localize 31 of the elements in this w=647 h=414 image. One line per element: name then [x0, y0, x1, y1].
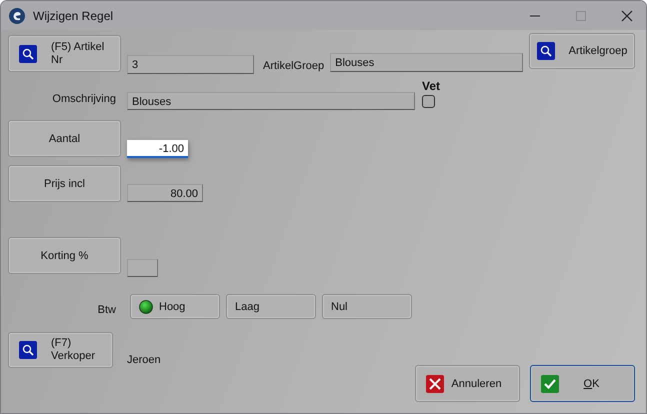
omschrijving-field[interactable]: Blouses [127, 92, 415, 110]
aantal-button[interactable]: Aantal [8, 120, 121, 157]
search-icon [19, 341, 37, 359]
artikelgroep-label: ArtikelGroep [263, 60, 324, 72]
vet-label: Vet [422, 79, 440, 93]
app-logo-icon [9, 8, 25, 24]
search-icon [19, 44, 37, 62]
artikel-nr-field[interactable]: 3 [127, 55, 254, 74]
ok-button[interactable]: OK [530, 365, 635, 402]
prijs-incl-field[interactable]: 80.00 [127, 184, 203, 202]
prijs-incl-button[interactable]: Prijs incl [8, 165, 121, 202]
korting-button[interactable]: Korting % [8, 237, 121, 274]
aantal-field[interactable]: -1.00 [127, 140, 188, 158]
cancel-button[interactable]: Annuleren [415, 365, 520, 402]
artikel-nr-button[interactable]: (F5) Artikel Nr [8, 35, 121, 72]
vet-checkbox[interactable] [422, 95, 435, 108]
btw-option[interactable]: Nul [322, 294, 412, 319]
verkoper-value: Jeroen [127, 354, 161, 366]
omschrijving-label: Omschrijving [51, 93, 116, 105]
btw-option[interactable]: Hoog [130, 294, 220, 319]
artikelgroep-field[interactable]: Blouses [330, 53, 524, 72]
verkoper-button[interactable]: (F7) Verkoper [8, 332, 113, 368]
search-icon [536, 42, 555, 60]
window-title: Wijzigen Regel [33, 8, 114, 22]
btw-label: Btw [96, 304, 116, 316]
close-icon[interactable] [621, 10, 633, 22]
btw-option[interactable]: Laag [226, 294, 316, 319]
cross-icon [426, 374, 444, 392]
artikelgroep-button[interactable]: Artikelgroep [529, 33, 635, 69]
checkmark-icon [541, 374, 559, 392]
korting-field[interactable] [127, 259, 158, 277]
